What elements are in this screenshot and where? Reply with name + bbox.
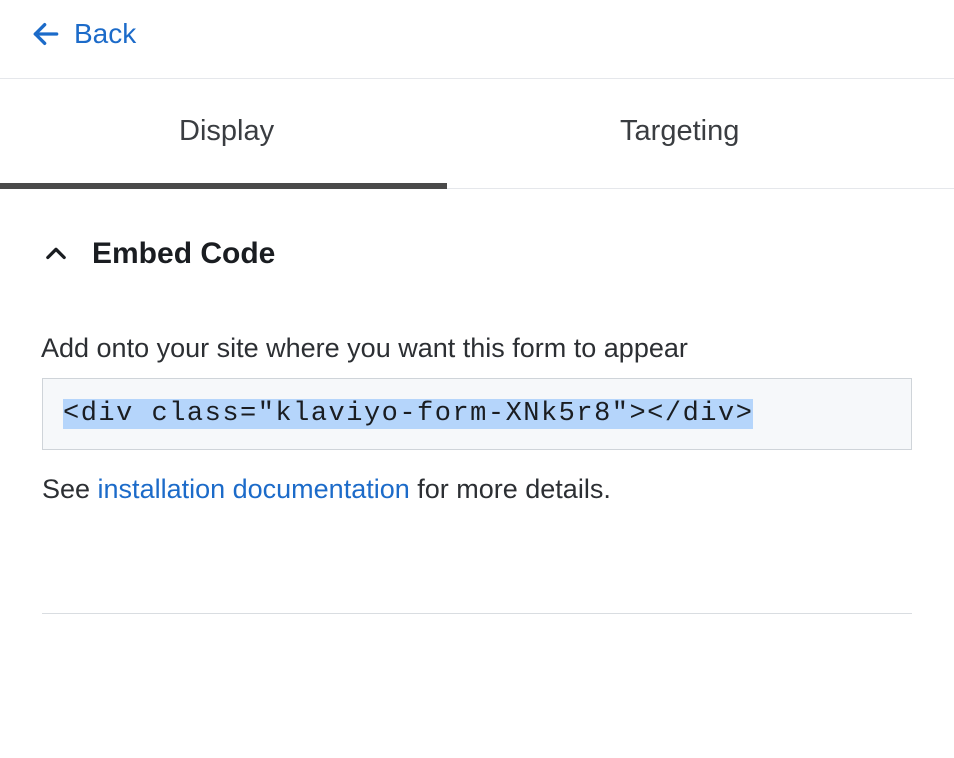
help-text: See installation documentation for more … [42, 474, 912, 505]
back-label: Back [74, 18, 136, 50]
tab-targeting[interactable]: Targeting [453, 79, 906, 188]
tab-display-label: Display [179, 115, 274, 147]
embed-code-snippet: <div class="klaviyo-form-XNk5r8"></div> [63, 399, 753, 429]
tab-targeting-label: Targeting [620, 115, 739, 147]
tabs: Display Targeting [0, 78, 954, 189]
embed-code-section: Embed Code Add onto your site where you … [0, 189, 954, 614]
chevron-up-icon [42, 240, 70, 268]
help-suffix: for more details. [410, 474, 611, 504]
installation-docs-link[interactable]: installation documentation [98, 474, 410, 504]
arrow-left-icon [30, 18, 62, 50]
section-title: Embed Code [92, 237, 275, 271]
tab-display[interactable]: Display [0, 79, 453, 188]
divider [42, 613, 912, 614]
embed-instruction: Add onto your site where you want this f… [41, 333, 912, 364]
help-prefix: See [42, 474, 98, 504]
embed-code-box[interactable]: <div class="klaviyo-form-XNk5r8"></div> [42, 378, 912, 450]
back-link[interactable]: Back [0, 0, 954, 78]
section-header-toggle[interactable]: Embed Code [42, 237, 912, 271]
